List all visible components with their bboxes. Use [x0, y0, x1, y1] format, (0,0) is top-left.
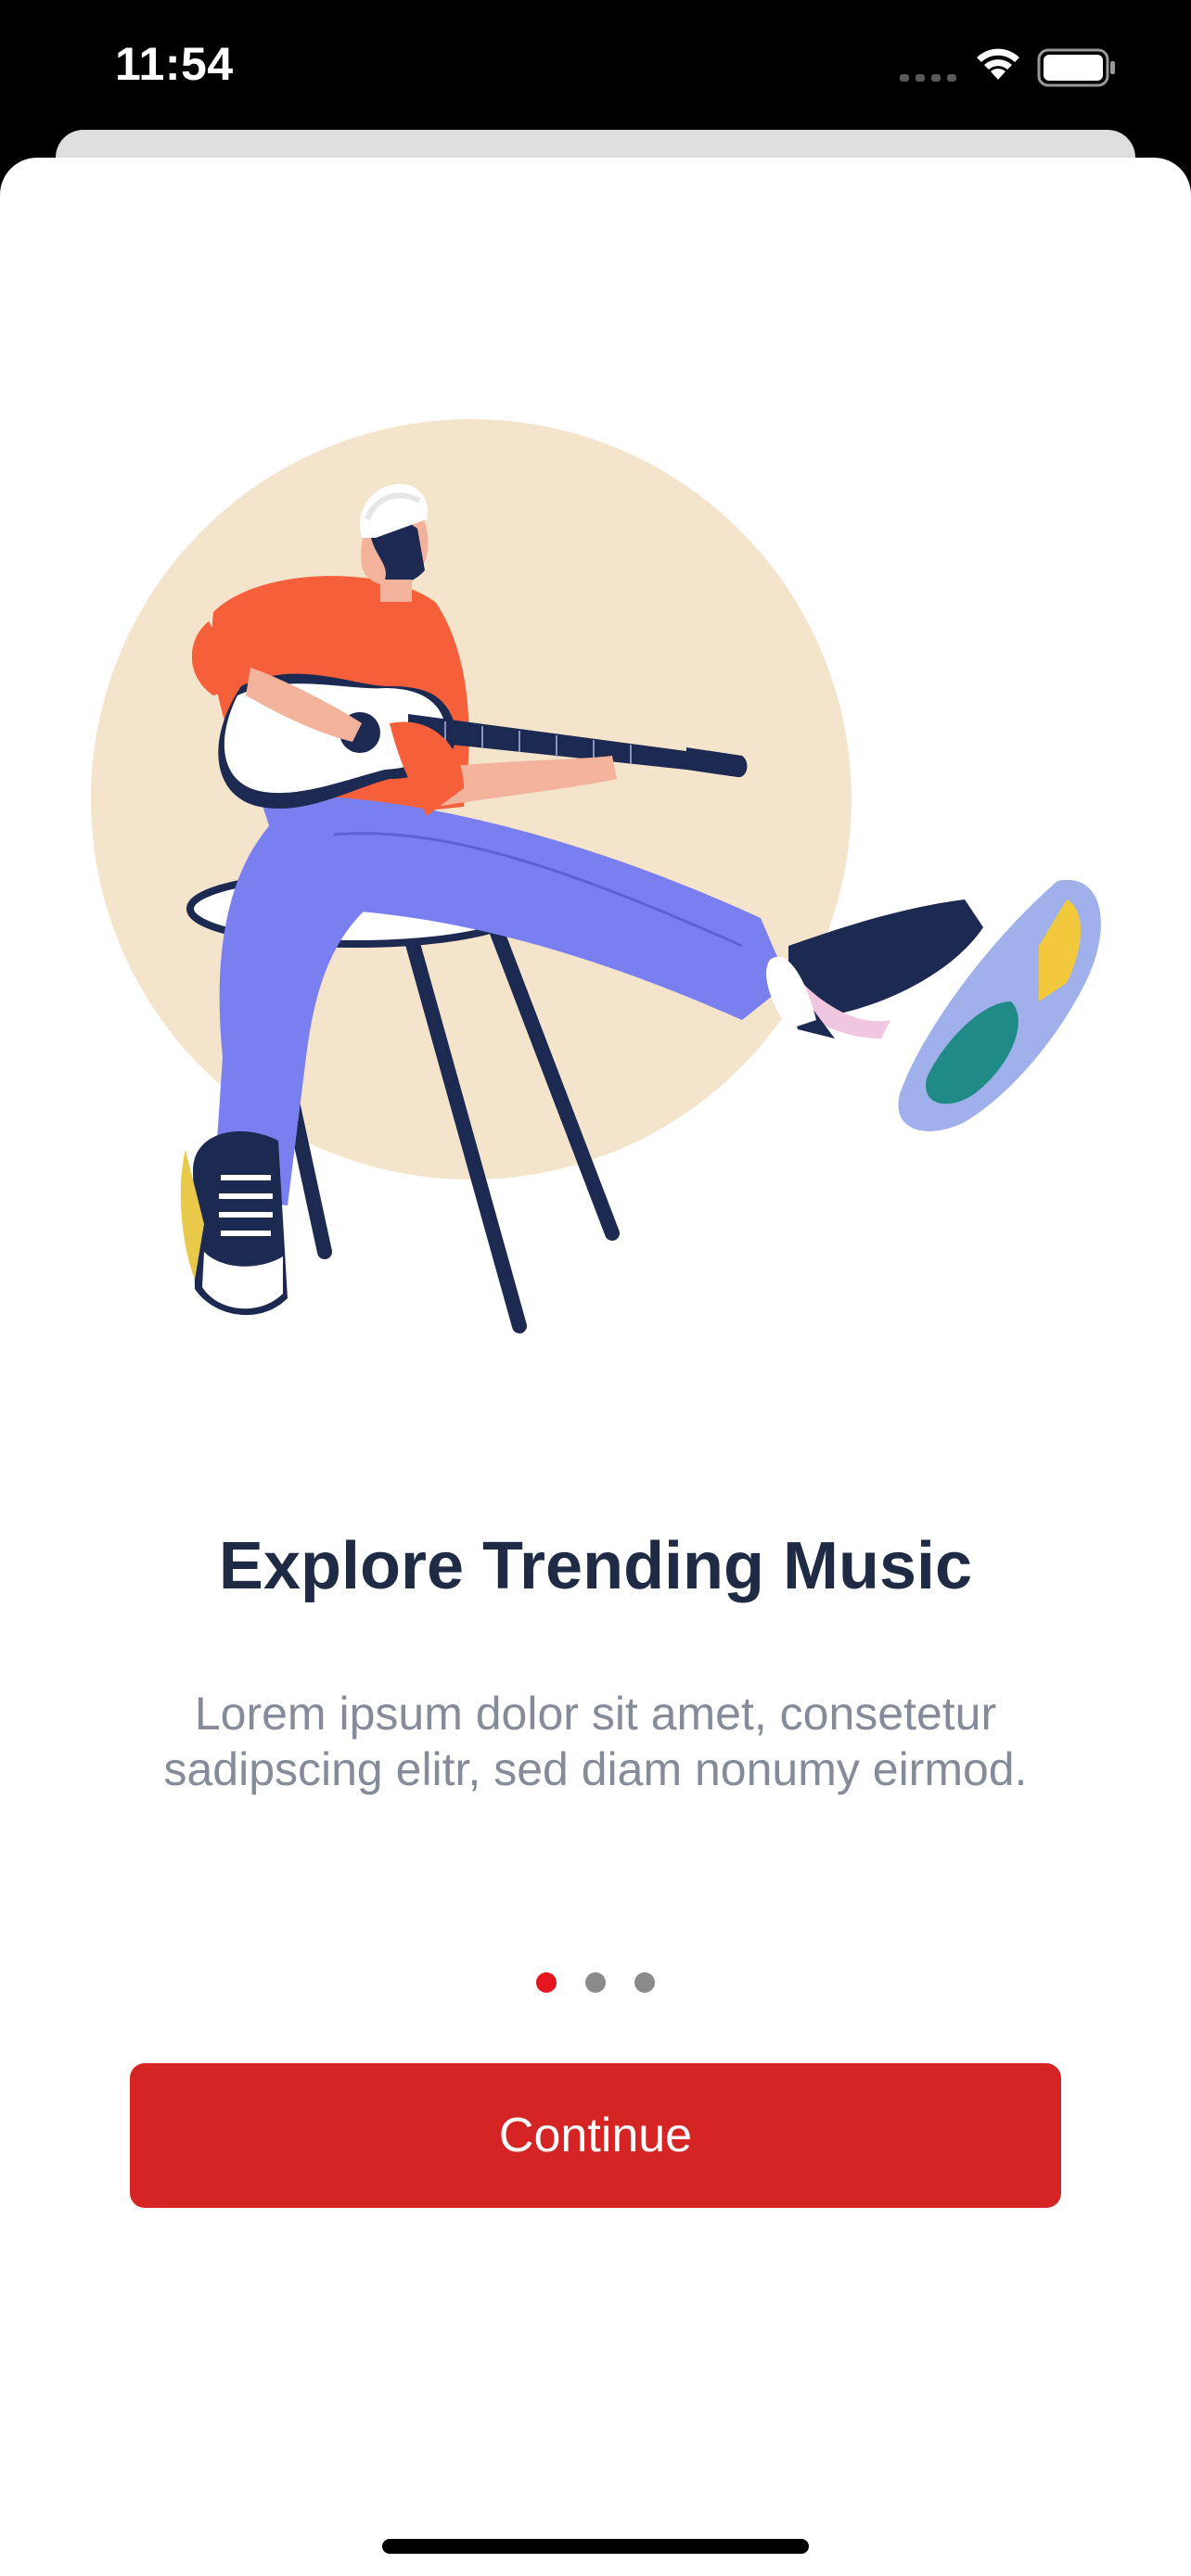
- continue-button[interactable]: Continue: [130, 2063, 1061, 2208]
- home-indicator[interactable]: [382, 2539, 809, 2554]
- onboarding-title: Explore Trending Music: [218, 1529, 973, 1603]
- status-bar: 11:54: [0, 0, 1191, 139]
- onboarding-description: Lorem ipsum dolor sit amet, consetetur s…: [163, 1688, 1028, 1795]
- page-dot-2[interactable]: [585, 1972, 606, 1993]
- page-dot-1[interactable]: [536, 1972, 557, 1993]
- wifi-icon: [977, 48, 1019, 80]
- guitarist-on-stool-illustration: [91, 419, 1101, 1333]
- battery-icon: [1037, 48, 1115, 87]
- onboarding-screen: 11:54 Explore Trending Music Lorem ipsum…: [0, 0, 1191, 2576]
- signal-dots-icon: [900, 74, 956, 82]
- status-time: 11:54: [115, 38, 234, 90]
- page-dot-3[interactable]: [634, 1972, 655, 1993]
- page-indicator: [0, 1972, 1191, 1995]
